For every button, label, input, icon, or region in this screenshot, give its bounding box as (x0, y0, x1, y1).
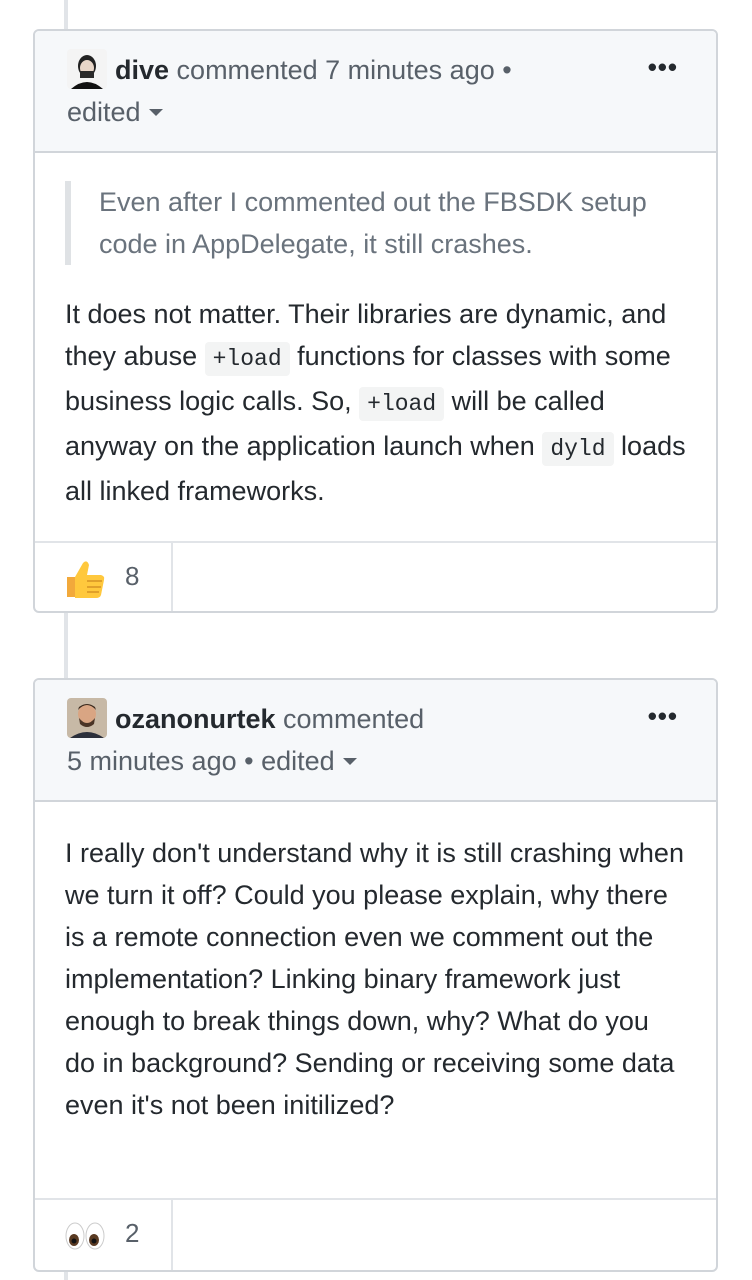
meta-separator: • (502, 55, 512, 85)
avatar[interactable] (67, 49, 107, 89)
timeline-line-top (64, 0, 68, 30)
comment-header: dive commented 7 minutes ago • edited ••… (35, 31, 716, 153)
author-name[interactable]: dive (115, 55, 169, 85)
code-snippet: +load (204, 342, 290, 376)
comment-footer: 8 (35, 541, 716, 611)
comment-body: Even after I commented out the FBSDK set… (35, 153, 716, 541)
edited-label: edited (261, 746, 335, 776)
reaction-eyes[interactable]: 2 (35, 1200, 173, 1270)
comment-footer: 2 (35, 1198, 716, 1270)
chevron-down-icon (148, 109, 163, 116)
reaction-count: 2 (125, 1218, 140, 1248)
comment-time[interactable]: 5 minutes ago (67, 746, 237, 776)
comment-ozanonurtek: ozanonurtek commented 5 minutes ago • ed… (33, 678, 718, 1272)
comment-dive: dive commented 7 minutes ago • edited ••… (33, 29, 718, 613)
quoted-text: Even after I commented out the FBSDK set… (65, 181, 659, 265)
code-snippet: +load (359, 387, 445, 421)
thumbs-up-icon (67, 561, 105, 598)
reaction-thumbs-up[interactable]: 8 (35, 543, 173, 611)
comment-meta: commented (283, 704, 425, 734)
comment-body: I really don't understand why it is stil… (35, 802, 716, 1198)
code-snippet: dyld (542, 432, 614, 466)
edited-dropdown[interactable]: edited (67, 97, 163, 127)
author-name[interactable]: ozanonurtek (115, 704, 276, 734)
eyes-icon (65, 1222, 105, 1250)
timeline-line-bottom (64, 1272, 68, 1280)
comment-meta[interactable]: commented 7 minutes ago (177, 55, 495, 85)
edited-dropdown[interactable]: edited (261, 746, 357, 776)
avatar[interactable] (67, 698, 107, 738)
more-options-icon[interactable]: ••• (648, 54, 678, 80)
comment-text: I really don't understand why it is stil… (65, 838, 684, 1120)
meta-separator: • (244, 746, 254, 776)
chevron-down-icon (342, 758, 357, 765)
comment-text: It does not matter. Their libraries are … (65, 299, 686, 506)
timeline-line-middle (64, 612, 68, 680)
more-options-icon[interactable]: ••• (648, 703, 678, 729)
edited-label: edited (67, 97, 141, 127)
reaction-count: 8 (125, 561, 140, 591)
comment-header: ozanonurtek commented 5 minutes ago • ed… (35, 680, 716, 802)
